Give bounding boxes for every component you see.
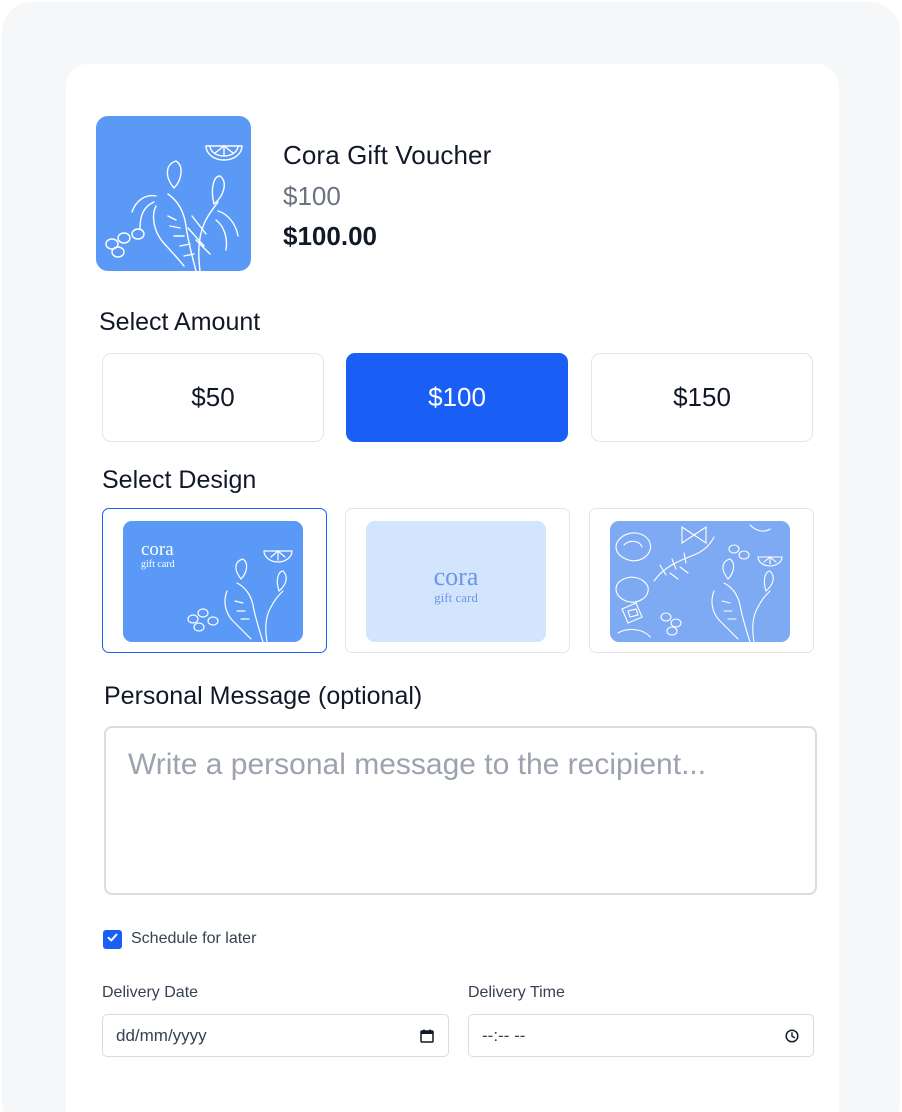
design-image-3 (610, 521, 790, 642)
personal-message-input[interactable] (104, 726, 817, 895)
product-image (96, 116, 251, 271)
design-1-subtitle: gift card (141, 559, 175, 570)
design-option-3[interactable] (589, 508, 814, 653)
design-1-brand: cora (141, 539, 174, 560)
amount-option-150-button[interactable]: $150 (591, 353, 813, 442)
delivery-date-value: dd/mm/yyyy (116, 1025, 207, 1045)
amount-option-50-button[interactable]: $50 (102, 353, 324, 442)
design-image-2: cora gift card (366, 521, 546, 642)
calendar-icon[interactable] (419, 1028, 435, 1044)
design-option-2[interactable]: cora gift card (345, 508, 570, 653)
select-amount-heading: Select Amount (99, 308, 261, 336)
select-design-heading: Select Design (102, 466, 257, 494)
design-2-brand: cora (434, 562, 479, 591)
design-2-subtitle: gift card (434, 590, 478, 605)
delivery-date-input[interactable]: dd/mm/yyyy (102, 1014, 449, 1057)
schedule-later-label: Schedule for later (131, 930, 257, 947)
delivery-time-input[interactable]: --:-- -- (468, 1014, 814, 1057)
product-name: Cora Gift Voucher (283, 140, 492, 170)
amount-option-100-button[interactable]: $100 (346, 353, 568, 442)
product-original-price: $100 (283, 181, 341, 211)
clock-icon[interactable] (784, 1028, 800, 1044)
personal-message-heading: Personal Message (optional) (104, 682, 423, 710)
delivery-time-label: Delivery Time (468, 984, 565, 1001)
delivery-time-value: --:-- -- (482, 1025, 526, 1045)
check-icon (106, 931, 119, 949)
design-image-1: cora gift card (123, 521, 303, 642)
product-price: $100.00 (283, 221, 377, 251)
design-option-1[interactable]: cora gift card (102, 508, 327, 653)
schedule-later-checkbox[interactable] (103, 930, 122, 949)
delivery-date-label: Delivery Date (102, 984, 199, 1001)
